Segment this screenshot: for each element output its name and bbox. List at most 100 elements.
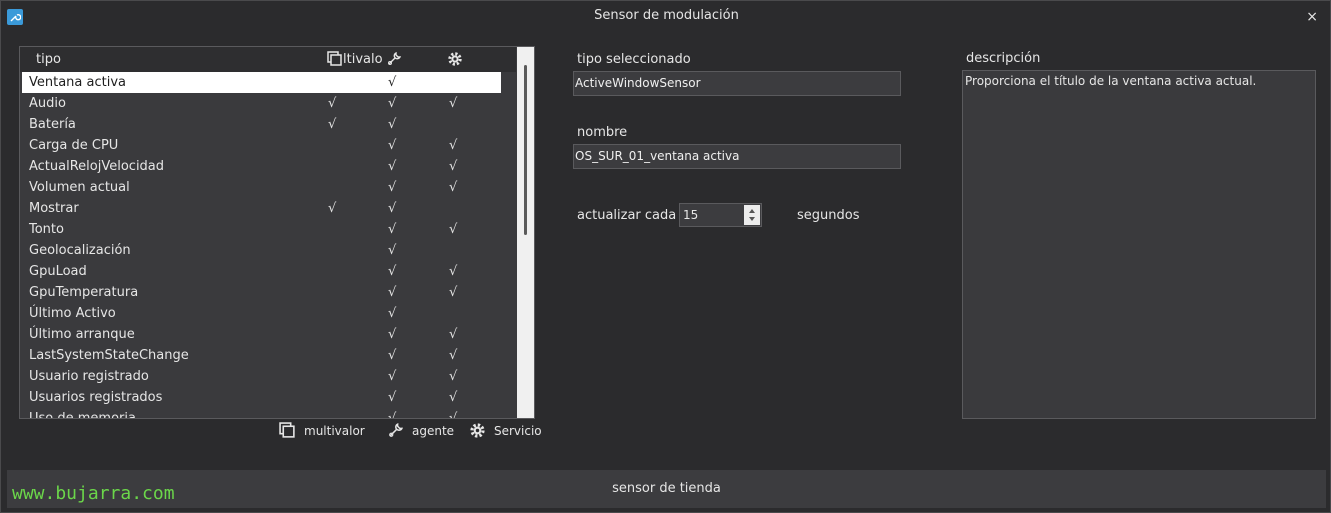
agent-check: √ <box>388 180 397 195</box>
list-item-name: Batería <box>29 117 76 132</box>
agent-check: √ <box>388 222 397 237</box>
legend-multivalor: multivalor <box>279 422 365 439</box>
agent-check: √ <box>388 201 397 216</box>
list-item-name: Usuario registrado <box>29 369 149 384</box>
list-item[interactable]: Mostrar √ √ <box>22 198 516 219</box>
column-header-multivalor[interactable]: ltivalo <box>327 51 383 67</box>
list-item-name: ActualRelojVelocidad <box>29 159 165 174</box>
service-check: √ <box>449 411 458 419</box>
service-check: √ <box>449 222 458 237</box>
list-item[interactable]: Volumen actual √ √ <box>22 177 516 198</box>
title-bar: Sensor de modulación × <box>1 1 1331 31</box>
legend-agente: agente <box>387 422 454 439</box>
column-header-tipo[interactable]: tipo <box>36 52 61 67</box>
agent-check: √ <box>388 117 397 132</box>
list-item-name: Uso de memoria <box>29 411 136 419</box>
list-item[interactable]: Uso de memoria √ √ <box>22 408 516 419</box>
list-item-name: Carga de CPU <box>29 138 119 153</box>
column-header-multivalor-label: ltivalo <box>343 51 383 67</box>
nombre-field[interactable]: OS_SUR_01_ventana activa <box>573 144 901 169</box>
list-item[interactable]: Tonto √ √ <box>22 219 516 240</box>
agent-check: √ <box>388 75 397 90</box>
multivalue-icon <box>327 51 342 66</box>
service-check: √ <box>449 285 458 300</box>
stepper-up-icon[interactable] <box>749 209 755 213</box>
list-item-name: Último Activo <box>29 306 116 321</box>
service-check: √ <box>449 264 458 279</box>
descripcion-label: descripción <box>966 51 1041 66</box>
list-item[interactable]: Audio √ √ √ <box>22 93 516 114</box>
vertical-scrollbar[interactable] <box>517 47 534 418</box>
list-item[interactable]: GpuTemperatura √ √ <box>22 282 516 303</box>
sensor-type-list[interactable]: tipo ltivalo Ventana activa √ Audio √ √ √ Bate… <box>19 46 535 419</box>
gear-icon <box>470 423 485 438</box>
list-item-name: Tonto <box>29 222 64 237</box>
service-check: √ <box>449 369 458 384</box>
agent-check: √ <box>388 159 397 174</box>
scrollbar-thumb[interactable] <box>524 65 527 235</box>
tipo-seleccionado-field[interactable]: ActiveWindowSensor <box>573 71 901 96</box>
list-item[interactable]: Ventana activa √ <box>22 72 501 93</box>
list-item-name: Geolocalización <box>29 243 131 258</box>
multivalor-check: √ <box>328 201 337 216</box>
agent-check: √ <box>388 264 397 279</box>
legend-multivalor-label: multivalor <box>304 423 365 438</box>
nombre-label: nombre <box>577 125 628 140</box>
list-item[interactable]: Batería √ √ <box>22 114 516 135</box>
multivalor-check: √ <box>328 96 337 111</box>
stepper-arrows[interactable] <box>744 205 760 225</box>
list-item-name: Último arranque <box>29 327 135 342</box>
update-interval-stepper[interactable]: 15 <box>679 203 762 227</box>
list-item[interactable]: Último Activo √ <box>22 303 516 324</box>
segundos-label: segundos <box>797 208 860 223</box>
service-check: √ <box>449 159 458 174</box>
list-header: tipo ltivalo <box>20 47 516 72</box>
agent-check: √ <box>388 327 397 342</box>
column-header-service[interactable] <box>447 51 463 71</box>
list-item-name: Audio <box>29 96 66 111</box>
agent-check: √ <box>388 138 397 153</box>
service-check: √ <box>449 327 458 342</box>
list-item-name: Volumen actual <box>29 180 130 195</box>
list-item[interactable]: Carga de CPU √ √ <box>22 135 516 156</box>
gear-icon <box>448 52 462 66</box>
description-box[interactable]: Proporciona el título de la ventana acti… <box>962 70 1316 419</box>
sensor-rows: Ventana activa √ Audio √ √ √ Batería √ √ Carga de… <box>22 72 516 419</box>
multivalor-check: √ <box>328 117 337 132</box>
list-item[interactable]: Usuarios registrados √ √ <box>22 387 516 408</box>
agent-check: √ <box>388 96 397 111</box>
list-item[interactable]: Último arranque √ √ <box>22 324 516 345</box>
close-button[interactable]: × <box>1306 9 1318 25</box>
list-item[interactable]: LastSystemStateChange √ √ <box>22 345 516 366</box>
list-item-name: GpuLoad <box>29 264 87 279</box>
service-check: √ <box>449 348 458 363</box>
agent-icon <box>389 422 404 437</box>
list-item-name: GpuTemperatura <box>29 285 139 300</box>
list-item-name: LastSystemStateChange <box>29 348 189 363</box>
list-item[interactable]: GpuLoad √ √ <box>22 261 516 282</box>
agent-check: √ <box>388 369 397 384</box>
store-sensor-label: sensor de tienda <box>612 481 721 496</box>
agent-check: √ <box>388 285 397 300</box>
list-item[interactable]: Geolocalización √ <box>22 240 516 261</box>
multivalue-icon <box>279 422 295 438</box>
service-check: √ <box>449 138 458 153</box>
legend-servicio: Servicio <box>469 422 542 439</box>
legend-agente-label: agente <box>412 423 455 438</box>
update-interval-value: 15 <box>683 208 699 222</box>
agent-check: √ <box>388 306 397 321</box>
actualizar-label: actualizar cada <box>577 208 677 223</box>
list-item-name: Usuarios registrados <box>29 390 163 405</box>
legend-servicio-label: Servicio <box>494 423 542 438</box>
list-item-name: Mostrar <box>29 201 79 216</box>
agent-check: √ <box>388 390 397 405</box>
stepper-down-icon[interactable] <box>749 217 755 221</box>
store-sensor-button[interactable]: sensor de tienda <box>7 470 1326 508</box>
agent-check: √ <box>388 411 397 419</box>
tipo-seleccionado-label: tipo seleccionado <box>577 52 691 67</box>
column-header-agent[interactable] <box>386 51 402 71</box>
agent-icon <box>388 51 402 65</box>
list-item[interactable]: ActualRelojVelocidad √ √ <box>22 156 516 177</box>
service-check: √ <box>449 180 458 195</box>
list-item[interactable]: Usuario registrado √ √ <box>22 366 516 387</box>
